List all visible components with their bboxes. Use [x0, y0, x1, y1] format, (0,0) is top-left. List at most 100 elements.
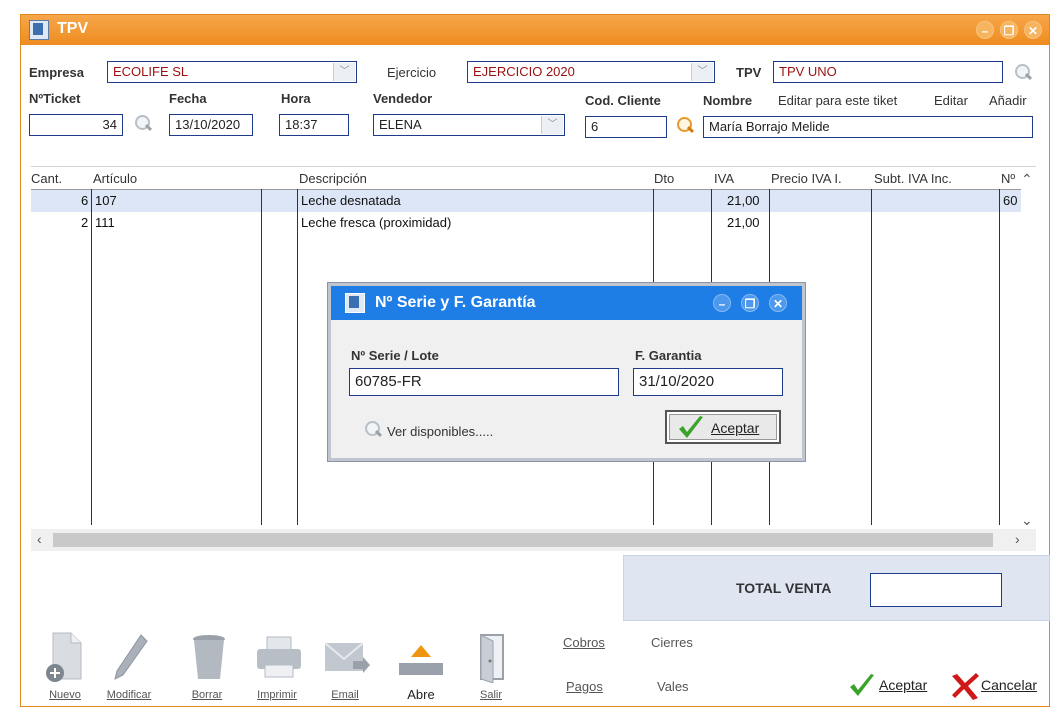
grid-col-line	[999, 189, 1000, 525]
horizontal-scrollbar[interactable]: ‹ ›	[31, 529, 1036, 551]
dialog-titlebar[interactable]: Nº Serie y F. Garantía – ❐ ✕	[331, 286, 802, 320]
abre-label: Abre	[407, 687, 435, 702]
total-label: TOTAL VENTA	[736, 580, 832, 596]
scroll-up-icon[interactable]: ⌃	[1021, 171, 1033, 188]
tpv-field[interactable]: TPV UNO	[773, 61, 1003, 83]
minimize-icon[interactable]: –	[713, 294, 731, 312]
ejercicio-select[interactable]: EJERCICIO 2020 ﹀	[467, 61, 715, 83]
chevron-down-icon[interactable]: ﹀	[691, 63, 713, 81]
chevron-down-icon[interactable]: ﹀	[541, 116, 563, 134]
editar-tiket-link[interactable]: Editar para este tiket	[778, 93, 897, 108]
aceptar-button[interactable]: Aceptar	[847, 671, 943, 701]
cell-iva: 21,00	[727, 215, 760, 230]
col-dto[interactable]: Dto	[654, 171, 674, 186]
grid-col-line	[297, 189, 298, 525]
nuevo-label: Nuevo	[49, 689, 81, 701]
pencil-icon	[114, 634, 148, 680]
printer-icon	[257, 636, 301, 678]
close-icon[interactable]: ✕	[1024, 21, 1042, 39]
cell-iva: 21,00	[727, 193, 760, 208]
empresa-label: Empresa	[29, 65, 84, 80]
checkmark-icon	[850, 674, 874, 696]
app-icon	[29, 20, 49, 40]
abre-button[interactable]: Abre	[391, 625, 451, 705]
cierres-button[interactable]: Cierres	[651, 635, 693, 650]
modificar-button[interactable]: Modificar	[99, 625, 159, 705]
empresa-select[interactable]: ECOLIFE SL ﹀	[107, 61, 357, 83]
codcliente-label: Cod. Cliente	[585, 93, 661, 108]
table-row[interactable]: 6 107 Leche desnatada 21,00 60	[31, 190, 1021, 212]
window-titlebar[interactable]: TPV – ❐ ✕	[21, 15, 1049, 45]
col-iva[interactable]: IVA	[714, 171, 734, 186]
imprimir-button[interactable]: Imprimir	[247, 625, 307, 705]
dialog-aceptar-label: Aceptar	[711, 420, 760, 436]
salir-button[interactable]: Salir	[461, 625, 521, 705]
pagos-button[interactable]: Pagos	[566, 679, 603, 694]
cobros-label: Cobros	[563, 635, 605, 650]
ejercicio-value: EJERCICIO 2020	[473, 64, 575, 79]
open-drawer-icon	[399, 645, 443, 675]
ejercicio-label: Ejercicio	[387, 65, 437, 80]
serie-label: Nº Serie / Lote	[351, 348, 439, 363]
dialog-aceptar-button[interactable]: Aceptar	[665, 410, 781, 444]
hora-field[interactable]: 18:37	[279, 114, 349, 136]
vendedor-label: Vendedor	[373, 91, 433, 106]
cobros-button[interactable]: Cobros	[563, 635, 605, 650]
window-title: TPV	[57, 20, 89, 37]
search-icon[interactable]	[1013, 63, 1033, 83]
grid-col-line	[91, 189, 92, 525]
empresa-value: ECOLIFE SL	[113, 64, 189, 79]
minimize-icon[interactable]: –	[976, 21, 994, 39]
restore-icon[interactable]: ❐	[1000, 21, 1018, 39]
vendedor-select[interactable]: ELENA ﹀	[373, 114, 565, 136]
search-icon[interactable]	[675, 116, 695, 136]
anadir-link[interactable]: Añadir	[989, 93, 1027, 108]
ticket-label: NºTicket	[29, 91, 81, 106]
search-icon[interactable]	[133, 114, 153, 134]
search-icon	[363, 420, 383, 440]
col-subt[interactable]: Subt. IVA Inc.	[874, 171, 952, 186]
email-label: Email	[331, 689, 359, 701]
pagos-label: Pagos	[566, 679, 603, 694]
cell-articulo: 107	[95, 193, 117, 208]
app-icon	[345, 293, 365, 313]
total-panel: TOTAL VENTA	[623, 555, 1050, 621]
scroll-right-icon[interactable]: ›	[1015, 531, 1020, 547]
garantia-input[interactable]: 31/10/2020	[633, 368, 783, 396]
exit-door-icon	[480, 634, 504, 683]
col-descripcion[interactable]: Descripción	[299, 171, 367, 186]
close-icon[interactable]: ✕	[769, 294, 787, 312]
cancelar-button[interactable]: Cancelar	[949, 671, 1051, 701]
fecha-field[interactable]: 13/10/2020	[169, 114, 253, 136]
codcliente-field[interactable]: 6	[585, 116, 667, 138]
editar-link[interactable]: Editar	[934, 93, 968, 108]
cell-articulo: 111	[95, 215, 115, 230]
email-button[interactable]: Email	[315, 625, 375, 705]
borrar-button[interactable]: Borrar	[177, 625, 237, 705]
vales-button[interactable]: Vales	[657, 679, 689, 694]
serie-input[interactable]: 60785-FR	[349, 368, 619, 396]
col-precio[interactable]: Precio IVA I.	[771, 171, 842, 186]
col-n[interactable]: Nº	[1001, 171, 1015, 186]
scroll-down-icon[interactable]: ⌄	[1021, 512, 1033, 529]
ticket-field[interactable]: 34	[29, 114, 123, 136]
cell-cant: 6	[81, 193, 89, 208]
cell-descripcion: Leche desnatada	[301, 193, 401, 208]
table-row[interactable]: 2 111 Leche fresca (proximidad) 21,00	[31, 212, 1021, 234]
nuevo-button[interactable]: Nuevo	[35, 625, 95, 705]
scrollbar-thumb[interactable]	[53, 533, 993, 547]
total-field[interactable]	[870, 573, 1002, 607]
chevron-down-icon[interactable]: ﹀	[333, 63, 355, 81]
modificar-label: Modificar	[106, 689, 152, 701]
scroll-left-icon[interactable]: ‹	[37, 531, 42, 547]
col-cant[interactable]: Cant.	[31, 171, 62, 186]
restore-icon[interactable]: ❐	[741, 294, 759, 312]
vendedor-value: ELENA	[379, 117, 422, 132]
nombre-field[interactable]: María Borrajo Melide	[703, 116, 1033, 138]
checkmark-icon	[679, 416, 703, 438]
ver-disponibles-button[interactable]: Ver disponibles.....	[363, 420, 523, 442]
dialog-title: Nº Serie y F. Garantía	[375, 294, 536, 311]
tpv-label: TPV	[736, 65, 762, 80]
imprimir-label: Imprimir	[257, 689, 297, 701]
col-articulo[interactable]: Artículo	[93, 171, 137, 186]
